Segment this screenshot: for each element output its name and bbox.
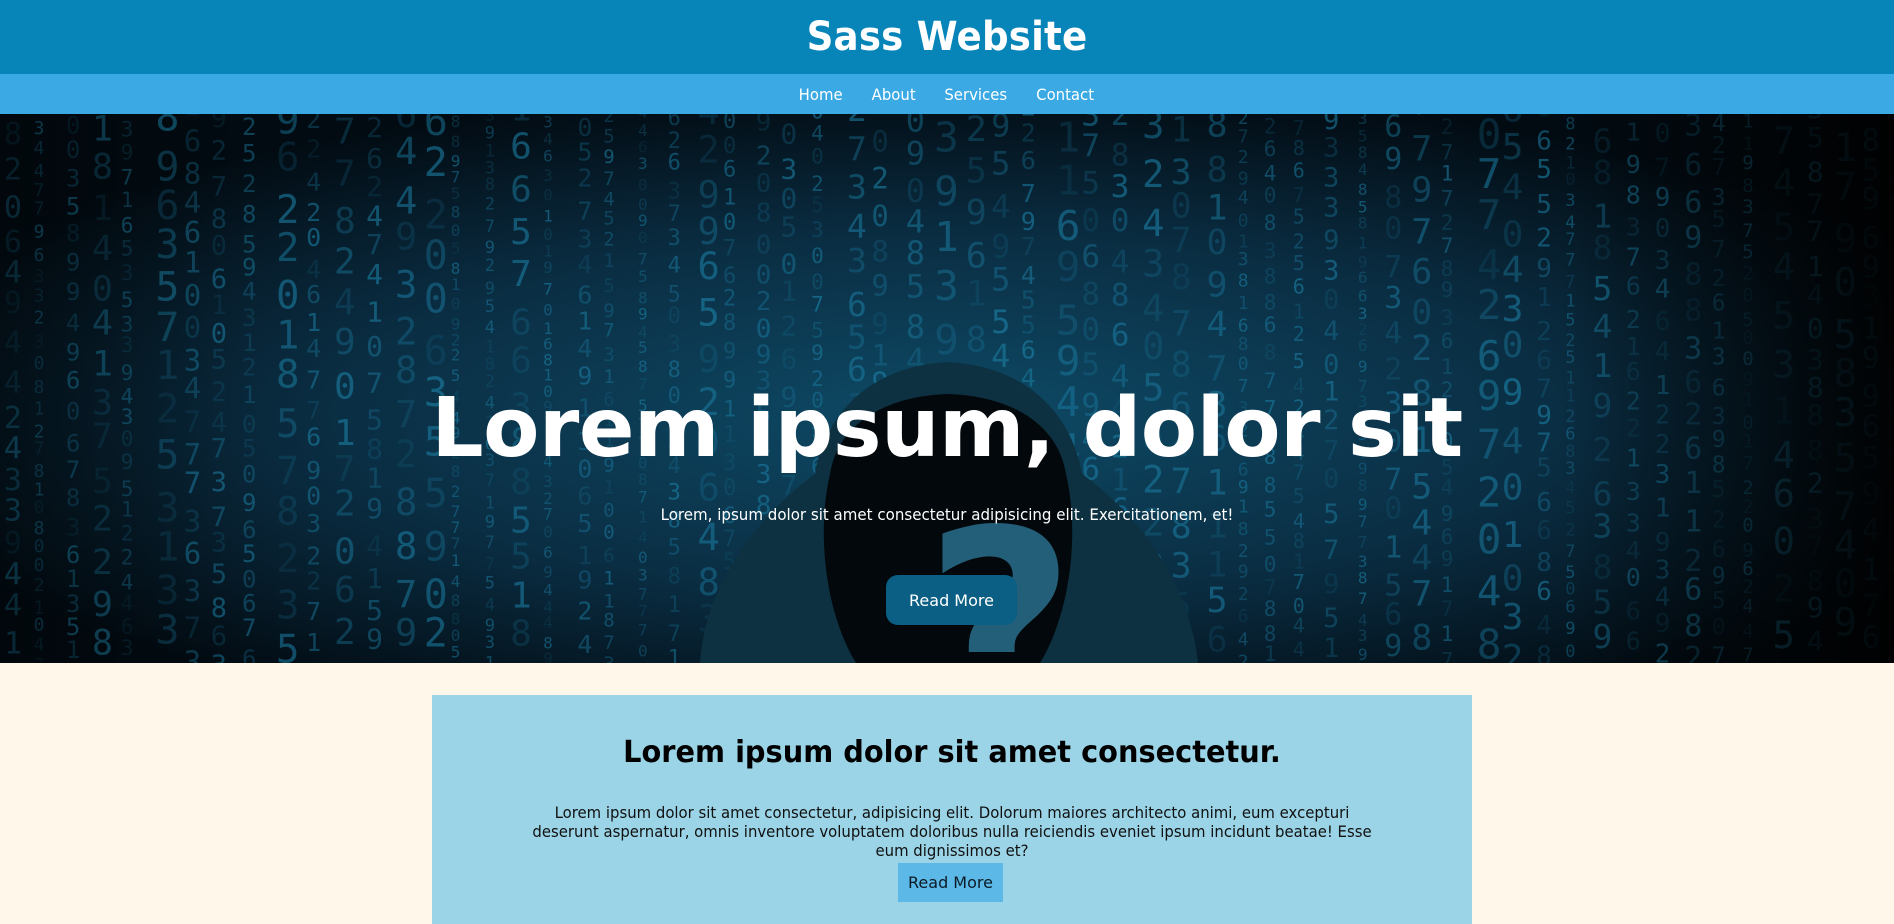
site-header: Sass Website xyxy=(0,0,1894,74)
hero-section: 4820649442433944163447796332308127810800… xyxy=(0,114,1894,663)
nav-link-about[interactable]: About xyxy=(871,85,915,104)
nav-link-home[interactable]: Home xyxy=(799,85,843,104)
nav-link-services[interactable]: Services xyxy=(944,85,1007,104)
card-title: Lorem ipsum dolor sit amet consectetur. xyxy=(623,735,1281,770)
hero-content: Lorem ipsum, dolor sit Lorem, ipsum dolo… xyxy=(0,114,1894,663)
hero-read-more-button[interactable]: Read More xyxy=(886,575,1017,625)
card-read-more-button[interactable]: Read More xyxy=(898,863,1003,902)
main-nav: Home About Services Contact xyxy=(0,74,1894,114)
hero-heading: Lorem ipsum, dolor sit xyxy=(431,381,1463,476)
hero-subtext: Lorem, ipsum dolor sit amet consectetur … xyxy=(660,505,1234,524)
card-text: Lorem ipsum dolor sit amet consectetur, … xyxy=(532,803,1372,860)
info-card: Lorem ipsum dolor sit amet consectetur. … xyxy=(432,695,1472,924)
nav-link-contact[interactable]: Contact xyxy=(1037,85,1095,104)
site-title: Sass Website xyxy=(806,14,1088,60)
content-section: Lorem ipsum dolor sit amet consectetur. … xyxy=(0,663,1894,924)
